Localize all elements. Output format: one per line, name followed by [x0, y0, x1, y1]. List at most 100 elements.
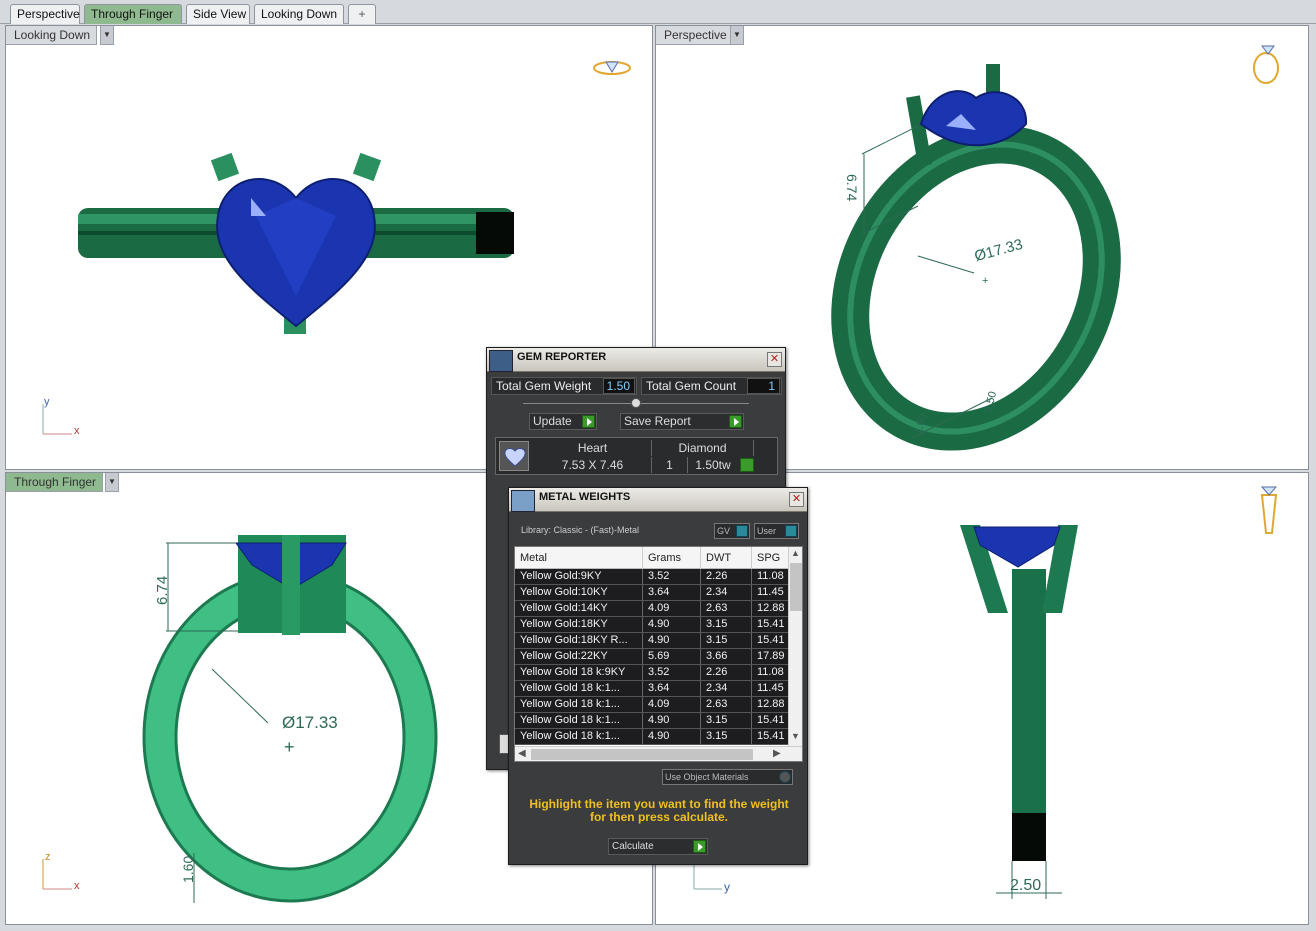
axis-y-label: y — [724, 880, 730, 894]
scroll-thumb[interactable] — [790, 563, 802, 611]
metal-dwt: 3.15 — [701, 713, 752, 728]
dialog-title-bar[interactable]: METAL WEIGHTS ✕ — [509, 488, 807, 512]
metal-name: Yellow Gold:14KY — [515, 601, 643, 616]
dialog-title: METAL WEIGHTS — [539, 491, 631, 503]
metal-name: Yellow Gold 18 k:9KY — [515, 665, 643, 680]
metal-grams: 4.09 — [643, 697, 701, 712]
scroll-left-icon[interactable]: ◀ — [518, 748, 526, 759]
metal-dwt: 2.34 — [701, 681, 752, 696]
metal-dwt: 2.63 — [701, 697, 752, 712]
metal-grams: 4.90 — [643, 713, 701, 728]
metal-dwt: 2.34 — [701, 585, 752, 600]
column-metal[interactable]: Metal — [515, 547, 643, 569]
play-icon[interactable] — [740, 458, 754, 472]
metal-table[interactable]: Metal Grams DWT SPG Yellow Gold:9KY 3.52 2… — [514, 546, 803, 762]
dimension-diameter-label: Ø17.33 — [282, 713, 338, 732]
scroll-right-icon[interactable]: ▶ — [773, 748, 781, 759]
metal-spg: 11.45 — [752, 681, 792, 696]
scroll-up-icon[interactable]: ▲ — [791, 548, 800, 558]
tab-through-finger[interactable]: Through Finger — [84, 4, 182, 24]
gem-size: 7.53 X 7.46 — [534, 457, 652, 473]
center-prong — [282, 535, 300, 635]
metal-weights-dialog[interactable]: METAL WEIGHTS ✕ Library: Classic - (Fast… — [508, 487, 808, 865]
scroll-thumb[interactable] — [531, 749, 753, 760]
user-toggle[interactable]: User — [754, 523, 799, 539]
metal-spg: 12.88 — [752, 601, 792, 616]
band-shadow — [476, 212, 514, 254]
table-row[interactable]: Yellow Gold:22KY 5.69 3.66 17.89 — [515, 649, 792, 665]
viewport-menu-dropdown-icon[interactable]: ▼ — [105, 473, 119, 492]
prong-left — [210, 152, 240, 182]
info-icon — [785, 525, 797, 537]
metal-dwt: 2.63 — [701, 601, 752, 616]
table-row[interactable]: Yellow Gold 18 k:9KY 3.52 2.26 11.08 — [515, 665, 792, 681]
column-dwt[interactable]: DWT — [701, 547, 752, 569]
update-button[interactable]: Update — [529, 413, 597, 430]
metal-spg: 17.89 — [752, 649, 792, 664]
tab-looking-down[interactable]: Looking Down — [254, 4, 344, 24]
metal-spg: 11.45 — [752, 585, 792, 600]
gem-reporter-icon — [489, 350, 513, 372]
update-label: Update — [533, 414, 572, 428]
instruction-text: Highlight the item you want to find the … — [529, 797, 789, 824]
calculate-button[interactable]: Calculate — [608, 838, 708, 855]
metal-name: Yellow Gold:22KY — [515, 649, 643, 664]
close-icon[interactable]: ✕ — [767, 352, 782, 367]
table-row[interactable]: Yellow Gold 18 k:1... 3.64 2.34 11.45 — [515, 681, 792, 697]
add-tab-button[interactable]: + — [348, 4, 376, 24]
heart-gem — [919, 90, 1028, 147]
table-header: Metal Grams DWT SPG — [515, 547, 792, 569]
dim-extension — [861, 125, 919, 155]
use-object-materials-toggle[interactable]: Use Object Materials — [662, 769, 793, 785]
tab-perspective[interactable]: Perspective — [10, 4, 80, 24]
dialog-title-bar[interactable]: GEM REPORTER ✕ — [487, 348, 785, 372]
heart-gem-icon — [499, 441, 529, 471]
table-row[interactable]: Yellow Gold:9KY 3.52 2.26 11.08 — [515, 569, 792, 585]
metal-spg: 15.41 — [752, 633, 792, 648]
viewport-label[interactable]: Through Finger — [6, 473, 104, 492]
table-row[interactable]: Yellow Gold 18 k:1... 4.90 3.15 15.41 — [515, 713, 792, 729]
tab-side-view[interactable]: Side View — [186, 4, 250, 24]
viewport-menu-dropdown-icon[interactable]: ▼ — [100, 26, 114, 45]
axis-x-label: x — [74, 425, 80, 437]
play-icon — [582, 415, 595, 428]
viewport-tab-bar: Perspective Through Finger Side View Loo… — [0, 0, 1316, 24]
column-grams[interactable]: Grams — [643, 547, 701, 569]
total-gem-weight-value: 1.50 — [603, 378, 635, 394]
save-report-button[interactable]: Save Report — [620, 413, 744, 430]
metal-dwt: 2.26 — [701, 665, 752, 680]
table-row[interactable]: Yellow Gold:18KY 4.90 3.15 15.41 — [515, 617, 792, 633]
dimension-width-label: 2.50 — [1010, 877, 1042, 894]
metal-name: Yellow Gold 18 k:1... — [515, 729, 643, 744]
metal-spg: 15.41 — [752, 729, 792, 744]
viewport-label[interactable]: Perspective — [656, 26, 734, 45]
table-row[interactable]: Yellow Gold 18 k:1... 4.90 3.15 15.41 — [515, 729, 792, 745]
gem-list[interactable]: Heart Diamond 7.53 X 7.46 1 1.50tw — [495, 437, 778, 475]
metal-name: Yellow Gold:10KY — [515, 585, 643, 600]
viewport-label[interactable]: Looking Down — [6, 26, 98, 45]
library-label: Library: Classic - (Fast)-Metal — [521, 525, 640, 535]
center-mark: + — [284, 737, 295, 757]
prong-right — [352, 152, 382, 182]
viewport-menu-dropdown-icon[interactable]: ▼ — [730, 26, 744, 45]
vertical-scrollbar[interactable]: ▲ ▼ — [788, 547, 802, 746]
column-spg[interactable]: SPG — [752, 547, 792, 569]
horizontal-scrollbar[interactable]: ◀ ▶ — [515, 746, 802, 761]
close-icon[interactable]: ✕ — [789, 492, 804, 507]
slider-handle[interactable] — [631, 398, 641, 408]
gem-weight: 1.50tw — [695, 458, 731, 472]
metal-grams: 3.64 — [643, 681, 701, 696]
metal-grams: 3.52 — [643, 665, 701, 680]
scroll-down-icon[interactable]: ▼ — [791, 731, 800, 741]
gv-toggle[interactable]: GV — [714, 523, 750, 539]
metal-spg: 15.41 — [752, 617, 792, 632]
table-row[interactable]: Yellow Gold:10KY 3.64 2.34 11.45 — [515, 585, 792, 601]
info-icon — [736, 525, 748, 537]
table-row[interactable]: Yellow Gold:18KY R... 4.90 3.15 15.41 — [515, 633, 792, 649]
app-window: Perspective Through Finger Side View Loo… — [0, 0, 1316, 931]
metal-grams: 3.64 — [643, 585, 701, 600]
table-row[interactable]: Yellow Gold 18 k:1... 4.09 2.63 12.88 — [515, 697, 792, 713]
gem-shape: Heart — [534, 440, 652, 456]
table-row[interactable]: Yellow Gold:14KY 4.09 2.63 12.88 — [515, 601, 792, 617]
dimension-thickness-label: 1.60 — [180, 855, 196, 883]
